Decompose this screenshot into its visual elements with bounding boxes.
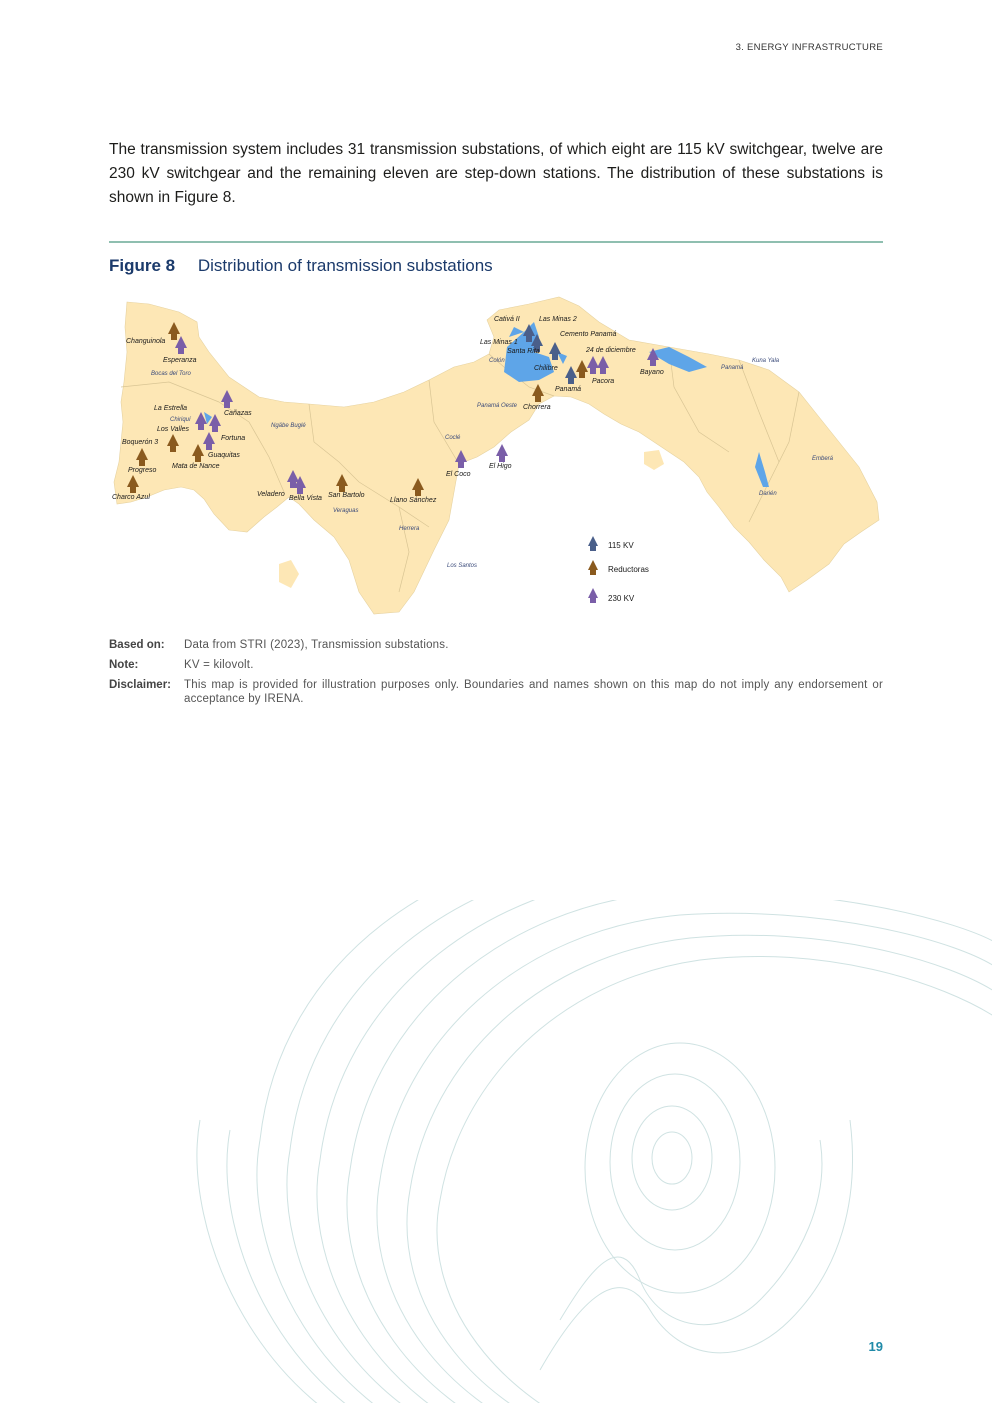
disclaimer-label: Disclaimer: [109,679,172,691]
region-label: Chiriquí [170,417,192,423]
substation-label: Los Valles [157,426,190,433]
region-label: Coclé [445,435,461,441]
substation-label: Bayano [640,369,664,376]
legend-230-label: 230 KV [608,594,635,603]
legend-reductoras-label: Reductoras [608,565,649,574]
substation-label: Las Minas 2 [539,316,577,323]
region-label: Panamá [721,365,744,371]
substation-label: Chorrera [523,404,551,411]
substation-label: Fortuna [221,435,245,442]
substation-label: San Bartolo [328,492,365,499]
legend-reductoras-icon [588,560,598,575]
substation-label: Santa Rita [507,348,540,355]
region-label: Herrera [399,526,420,532]
substation-label: El Coco [446,471,471,478]
region-label: Veraguas [333,508,358,514]
map-legend: 115 KV Reductoras 230 KV [588,536,649,603]
figure-title: Figure 8 Distribution of transmission su… [109,256,493,276]
legend-230-icon [588,588,598,603]
substation-label: 24 de diciembre [585,347,636,354]
substation-label: El Higo [489,463,512,470]
substation-label: Pacora [592,378,614,385]
region-label: Colón [489,358,505,364]
substation-label: Progreso [128,467,157,474]
running-header: 3. ENERGY INFRASTRUCTURE [735,42,883,53]
region-label: Bocas del Toro [151,371,191,377]
substation-label: Cativá II [494,316,520,323]
substation-label: Chilibre [534,365,558,372]
substation-label: Cemento Panamá [560,331,617,338]
legend-115-icon [588,536,598,551]
substation-label: Mata de Nance [172,463,220,470]
substation-label: Boquerón 3 [122,439,158,446]
figure-label: Figure 8 [109,256,176,275]
substation-label: Veladero [257,491,285,498]
substation-label: Charco Azul [112,494,150,501]
region-label: Kuna Yala [752,358,780,364]
legend-115-label: 115 KV [608,541,634,550]
based-on-row: Based on: Data from STRI (2023), Transmi… [109,638,883,652]
region-label: Los Santos [447,563,477,569]
substation-label: Esperanza [163,357,197,364]
figure-notes: Based on: Data from STRI (2023), Transmi… [109,638,883,712]
substation-label: Panamá [555,386,581,393]
substation-label: Guaquitas [208,452,240,459]
note-row: Note: KV = kilovolt. [109,658,883,672]
figure-caption: Distribution of transmission substations [197,256,493,275]
figure-divider [109,241,883,243]
substation-label: La Estrella [154,405,187,412]
substation-label: Changuinola [126,338,165,345]
region-label: Darién [759,491,777,497]
substation-label: Cañazas [224,410,252,417]
disclaimer-row: Disclaimer: This map is provided for ill… [109,678,883,706]
body-paragraph: The transmission system includes 31 tran… [109,141,883,206]
note-label: Note: [109,659,139,671]
tower-icon [496,444,508,462]
substation-label: Las Minas 1 [480,339,518,346]
based-on-label: Based on: [109,639,165,651]
note-text: KV = kilovolt. [184,659,254,671]
region-label: Emberá [812,456,834,462]
region-label: Ngäbe Buglé [271,423,306,429]
disclaimer-text: This map is provided for illustration pu… [184,679,883,705]
based-on-text: Data from STRI (2023), Transmission subs… [184,639,449,651]
panama-substation-map: Bocas del Toro Chiriquí Ngäbe Buglé Cocl… [112,296,880,615]
decorative-contour-lines [196,900,992,1403]
substation-label: Bella Vista [289,495,322,502]
page-number: 19 [868,1339,883,1354]
substation-label: Llano Sánchez [390,497,437,504]
region-label: Panamá Oeste [477,403,518,409]
